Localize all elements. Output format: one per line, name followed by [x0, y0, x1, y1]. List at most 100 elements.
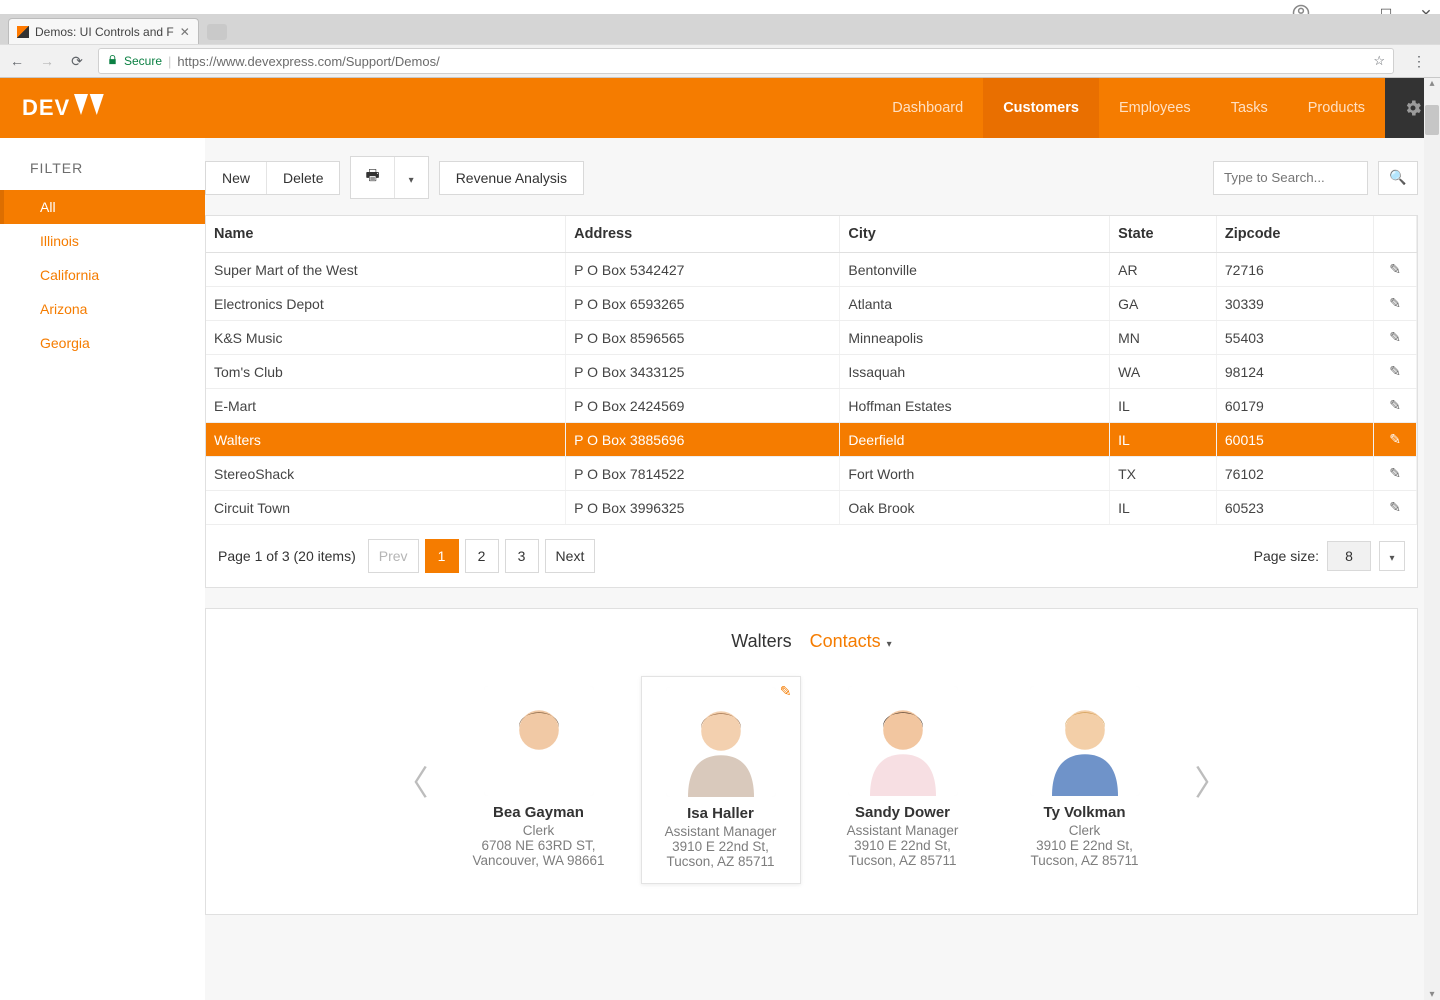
cell-state: TX	[1110, 457, 1217, 491]
contact-address-line1: 3910 E 22nd St,	[648, 839, 794, 854]
column-header[interactable]: State	[1110, 216, 1217, 253]
row-edit-button[interactable]	[1374, 423, 1417, 457]
new-tab-button[interactable]	[207, 24, 227, 40]
cell-address: P O Box 8596565	[566, 321, 840, 355]
contact-edit-button[interactable]	[780, 683, 792, 700]
filter-item-arizona[interactable]: Arizona	[0, 292, 205, 326]
contacts-prev-button[interactable]: 〈	[387, 756, 437, 805]
contact-card[interactable]: Bea GaymanClerk6708 NE 63RD ST,Vancouver…	[459, 676, 619, 884]
row-edit-button[interactable]	[1374, 389, 1417, 423]
cell-state: GA	[1110, 287, 1217, 321]
table-row[interactable]: StereoShackP O Box 7814522Fort WorthTX76…	[206, 457, 1417, 491]
row-edit-button[interactable]	[1374, 355, 1417, 389]
cell-name: K&S Music	[206, 321, 566, 355]
cell-address: P O Box 3433125	[566, 355, 840, 389]
row-edit-button[interactable]	[1374, 287, 1417, 321]
cell-city: Bentonville	[840, 253, 1110, 287]
delete-button[interactable]: Delete	[267, 162, 339, 194]
row-edit-button[interactable]	[1374, 253, 1417, 287]
table-row[interactable]: Tom's ClubP O Box 3433125IssaquahWA98124	[206, 355, 1417, 389]
back-icon[interactable]: ←	[8, 53, 26, 69]
contact-address-line2: Tucson, AZ 85711	[648, 854, 794, 869]
crud-button-group: New Delete	[205, 161, 340, 195]
print-dropdown[interactable]	[395, 157, 428, 198]
pager-prev-button[interactable]: Prev	[368, 539, 419, 573]
cell-address: P O Box 5342427	[566, 253, 840, 287]
contacts-next-button[interactable]: 〉	[1187, 756, 1237, 805]
nav-item-employees[interactable]: Employees	[1099, 78, 1211, 138]
cell-address: P O Box 3996325	[566, 491, 840, 525]
pagesize-value[interactable]: 8	[1327, 541, 1371, 571]
filter-item-all[interactable]: All	[0, 190, 205, 224]
row-edit-button[interactable]	[1374, 457, 1417, 491]
table-row[interactable]: WaltersP O Box 3885696DeerfieldIL60015	[206, 423, 1417, 457]
nav-item-tasks[interactable]: Tasks	[1211, 78, 1288, 138]
nav-item-dashboard[interactable]: Dashboard	[872, 78, 983, 138]
new-button[interactable]: New	[206, 162, 267, 194]
cell-state: WA	[1110, 355, 1217, 389]
cell-city: Minneapolis	[840, 321, 1110, 355]
address-bar[interactable]: Secure | https://www.devexpress.com/Supp…	[98, 48, 1394, 74]
cell-zip: 55403	[1216, 321, 1373, 355]
row-edit-button[interactable]	[1374, 491, 1417, 525]
page-toolbar: New Delete Revenue Analysis	[205, 156, 1418, 199]
cell-state: IL	[1110, 491, 1217, 525]
filter-item-illinois[interactable]: Illinois	[0, 224, 205, 258]
table-row[interactable]: Electronics DepotP O Box 6593265AtlantaG…	[206, 287, 1417, 321]
column-header[interactable]: Zipcode	[1216, 216, 1373, 253]
revenue-analysis-button[interactable]: Revenue Analysis	[440, 162, 583, 194]
print-button[interactable]	[351, 157, 394, 198]
table-row[interactable]: Super Mart of the WestP O Box 5342427Ben…	[206, 253, 1417, 287]
cell-state: MN	[1110, 321, 1217, 355]
column-header[interactable]: Address	[566, 216, 840, 253]
cell-city: Deerfield	[840, 423, 1110, 457]
forward-icon[interactable]: →	[38, 53, 56, 69]
contact-card[interactable]: Sandy DowerAssistant Manager3910 E 22nd …	[823, 676, 983, 884]
nav-item-products[interactable]: Products	[1288, 78, 1385, 138]
table-row[interactable]: Circuit TownP O Box 3996325Oak BrookIL60…	[206, 491, 1417, 525]
search-button[interactable]	[1378, 161, 1418, 195]
filter-item-california[interactable]: California	[0, 258, 205, 292]
pagesize-dropdown[interactable]	[1379, 541, 1405, 571]
cell-zip: 60015	[1216, 423, 1373, 457]
reload-icon[interactable]: ⟳	[68, 53, 86, 70]
search-input[interactable]	[1213, 161, 1368, 195]
filter-title: FILTER	[0, 160, 205, 190]
filter-item-georgia[interactable]: Georgia	[0, 326, 205, 360]
column-header[interactable]: Name	[206, 216, 566, 253]
cell-zip: 30339	[1216, 287, 1373, 321]
cell-state: AR	[1110, 253, 1217, 287]
cell-state: IL	[1110, 423, 1217, 457]
cell-zip: 60523	[1216, 491, 1373, 525]
chrome-menu-icon[interactable]: ⋮	[1406, 53, 1432, 70]
cell-name: Walters	[206, 423, 566, 457]
tab-close-icon[interactable]: ✕	[180, 25, 190, 39]
nav-item-customers[interactable]: Customers	[983, 78, 1099, 138]
tab-favicon-icon	[17, 26, 29, 38]
pager-next-button[interactable]: Next	[545, 539, 596, 573]
pager-page-2[interactable]: 2	[465, 539, 499, 573]
contact-name: Ty Volkman	[1011, 804, 1159, 821]
column-header[interactable]: City	[840, 216, 1110, 253]
table-row[interactable]: K&S MusicP O Box 8596565MinneapolisMN554…	[206, 321, 1417, 355]
row-edit-button[interactable]	[1374, 321, 1417, 355]
pager-page-1[interactable]: 1	[425, 539, 459, 573]
contact-role: Assistant Manager	[829, 823, 977, 838]
app-header: DEV DashboardCustomersEmployeesTasksProd…	[0, 78, 1440, 138]
secure-label: Secure	[124, 54, 162, 68]
contact-avatar	[1030, 686, 1140, 796]
contact-role: Assistant Manager	[648, 824, 794, 839]
contact-card[interactable]: Ty VolkmanClerk3910 E 22nd St,Tucson, AZ…	[1005, 676, 1165, 884]
chevron-down-icon	[1389, 548, 1394, 564]
detail-subtitle-dropdown[interactable]: Contacts	[810, 631, 892, 652]
browser-tab[interactable]: Demos: UI Controls and F ✕	[8, 18, 199, 44]
column-header-edit	[1374, 216, 1417, 253]
contact-address-line2: Vancouver, WA 98661	[465, 853, 613, 868]
bookmark-star-icon[interactable]: ☆	[1373, 53, 1385, 69]
brand-logo[interactable]: DEV	[0, 94, 109, 122]
pager-page-3[interactable]: 3	[505, 539, 539, 573]
contact-card[interactable]: Isa HallerAssistant Manager3910 E 22nd S…	[641, 676, 801, 884]
page-scrollbar[interactable]: ▴▾	[1424, 78, 1440, 1000]
table-row[interactable]: E-MartP O Box 2424569Hoffman EstatesIL60…	[206, 389, 1417, 423]
main-nav: DashboardCustomersEmployeesTasksProducts	[872, 78, 1385, 138]
